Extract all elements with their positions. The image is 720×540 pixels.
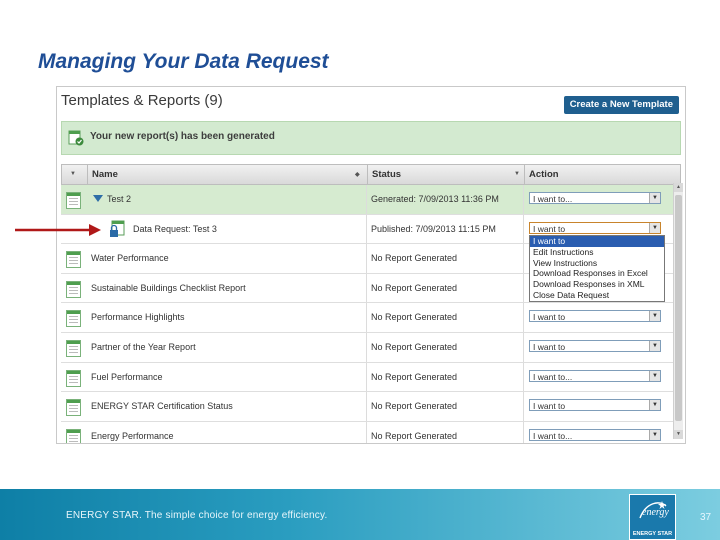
table-header: ▼ Name ◆ Status ▼ Action <box>61 164 681 185</box>
row-name[interactable]: Water Performance <box>91 253 169 263</box>
chevron-down-icon[interactable]: ▼ <box>649 400 660 411</box>
row-name[interactable]: Performance Highlights <box>91 312 185 322</box>
chevron-down-icon[interactable]: ▼ <box>649 340 660 351</box>
table-row[interactable]: ENERGY STAR Certification Status No Repo… <box>61 392 681 422</box>
action-select[interactable]: I want to ▼ <box>529 310 661 323</box>
reports-table: ▼ Name ◆ Status ▼ Action Test 2 Generate… <box>61 164 681 443</box>
row-status: No Report Generated <box>371 341 458 352</box>
red-pointer-arrow-icon <box>15 224 101 236</box>
row-status: No Report Generated <box>371 253 458 264</box>
action-dropdown-list: I want to Edit Instructions View Instruc… <box>529 235 665 302</box>
sort-icon[interactable]: ◆ <box>355 171 360 178</box>
action-select[interactable]: I want to ▼ <box>529 399 661 412</box>
row-status: No Report Generated <box>371 371 458 382</box>
footer-tagline: ENERGY STAR. The simple choice for energ… <box>66 510 328 521</box>
scroll-down-icon[interactable]: ▼ <box>674 430 683 439</box>
report-template-icon <box>66 399 81 417</box>
row-name[interactable]: Sustainable Buildings Checklist Report <box>91 283 246 293</box>
row-name[interactable]: ENERGY STAR Certification Status <box>91 401 233 411</box>
dropdown-option[interactable]: View Instructions <box>530 258 664 269</box>
action-select-open[interactable]: I want to ▼ <box>529 221 661 234</box>
svg-text:energy: energy <box>642 507 669 518</box>
chevron-down-icon[interactable]: ▼ <box>649 193 660 203</box>
row-status: No Report Generated <box>371 312 458 323</box>
row-name[interactable]: Fuel Performance <box>91 372 163 382</box>
row-status: No Report Generated <box>371 282 458 293</box>
chevron-down-icon[interactable]: ▼ <box>649 370 660 381</box>
action-select[interactable]: I want to... ▼ <box>529 192 661 204</box>
report-template-icon <box>66 192 81 209</box>
report-template-icon <box>66 251 81 269</box>
action-select[interactable]: I want to ▼ <box>529 339 661 352</box>
row-name[interactable]: Partner of the Year Report <box>91 342 196 352</box>
column-action-header[interactable]: Action <box>529 169 559 180</box>
dropdown-option[interactable]: Download Responses in XML <box>530 279 664 290</box>
row-name[interactable]: Energy Performance <box>91 431 174 441</box>
chevron-down-icon[interactable]: ▼ <box>649 222 660 233</box>
report-generated-icon <box>68 130 84 146</box>
data-request-lock-icon <box>110 220 125 237</box>
chevron-down-icon[interactable]: ▼ <box>649 429 660 440</box>
page-number: 37 <box>700 512 712 523</box>
vertical-scrollbar[interactable]: ▲ ▼ <box>673 183 683 439</box>
logo-label: ENERGY STAR <box>632 531 673 537</box>
energy-star-emblem-icon: energy <box>639 501 669 519</box>
report-template-icon <box>66 369 81 387</box>
sort-icon[interactable]: ▼ <box>514 171 520 177</box>
slide-title: Managing Your Data Request <box>38 50 329 73</box>
table-row[interactable]: Partner of the Year Report No Report Gen… <box>61 332 681 363</box>
row-status: Generated: 7/09/2013 11:36 PM <box>371 194 499 204</box>
action-select[interactable]: I want to... ▼ <box>529 428 661 441</box>
report-template-icon <box>66 339 81 357</box>
sort-icon[interactable]: ▼ <box>70 171 76 177</box>
table-row[interactable]: Fuel Performance No Report Generated I w… <box>61 362 681 393</box>
energy-star-logo: energy ENERGY STAR <box>629 494 676 540</box>
banner-message: Your new report(s) has been generated <box>90 131 275 142</box>
footer-banner: ENERGY STAR. The simple choice for energ… <box>0 489 720 540</box>
column-name-header[interactable]: Name <box>92 169 118 180</box>
panel-title: Templates & Reports (9) <box>61 92 223 109</box>
column-status-header[interactable]: Status <box>372 169 401 180</box>
scroll-up-icon[interactable]: ▲ <box>674 183 683 192</box>
scrollbar-thumb[interactable] <box>675 195 682 421</box>
report-template-icon <box>66 280 81 298</box>
report-template-icon <box>66 428 81 443</box>
row-status: No Report Generated <box>371 401 458 412</box>
row-status: No Report Generated <box>371 430 458 441</box>
report-template-icon <box>66 310 81 328</box>
row-name[interactable]: Data Request: Test 3 <box>133 224 217 234</box>
table-row[interactable]: Energy Performance No Report Generated I… <box>61 421 681 443</box>
row-name[interactable]: Test 2 <box>107 194 131 204</box>
success-banner: Your new report(s) has been generated <box>61 121 681 155</box>
table-row[interactable]: Test 2 Generated: 7/09/2013 11:36 PM I w… <box>61 185 681 215</box>
row-status: Published: 7/09/2013 11:15 PM <box>371 223 496 234</box>
action-select[interactable]: I want to... ▼ <box>529 369 661 382</box>
expand-arrow-icon[interactable] <box>93 195 103 202</box>
dropdown-option[interactable]: I want to <box>530 236 664 247</box>
dropdown-option[interactable]: Close Data Request <box>530 290 664 301</box>
dropdown-option[interactable]: Download Responses in Excel <box>530 268 664 279</box>
create-template-button[interactable]: Create a New Template <box>563 96 679 114</box>
table-row[interactable]: Performance Highlights No Report Generat… <box>61 303 681 333</box>
chevron-down-icon[interactable]: ▼ <box>649 311 660 322</box>
templates-reports-panel: Templates & Reports (9) Create a New Tem… <box>56 86 686 444</box>
dropdown-option[interactable]: Edit Instructions <box>530 247 664 258</box>
